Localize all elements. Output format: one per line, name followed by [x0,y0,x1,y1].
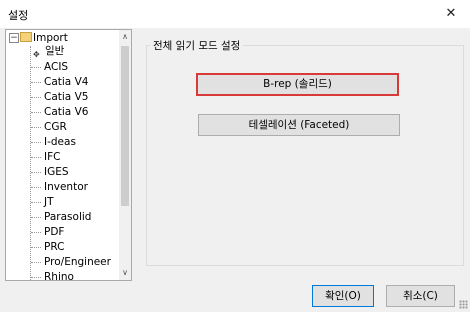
tree-connector [31,202,41,203]
tree-item-label: PDF [44,226,65,238]
tree-item-label: Pro/Engineer [44,256,111,268]
tree-item-label: JT [44,196,54,208]
scrollbar-thumb[interactable] [121,46,129,206]
group-title: 전체 읽기 모드 설정 [150,38,244,53]
collapse-icon[interactable]: − [9,33,19,43]
tree-item[interactable]: Catia V4 [6,74,118,90]
tree-content: − Import ✥ 일반 ACIS Catia V4 Catia V5 Catia … [6,30,118,280]
tree-item[interactable]: IFC [6,149,118,165]
tree-connector [31,247,41,248]
tree-item[interactable]: Parasolid [6,209,118,225]
tree-connector [31,187,41,188]
ok-button[interactable]: 확인(O) [312,285,374,307]
tree-connector [31,67,41,68]
tree-item[interactable]: Catia V6 [6,104,118,120]
tessellation-faceted-button[interactable]: 테셀레이션 (Faceted) [198,114,400,136]
tree-item[interactable]: Rhino [6,269,118,281]
tree-item-label: CGR [44,121,67,133]
tree-connector [31,262,41,263]
tree-item-label: 일반 [45,45,65,57]
tree-connector [31,97,41,98]
tree-connector [31,217,41,218]
tree-item[interactable]: Catia V5 [6,89,118,105]
cancel-button[interactable]: 취소(C) [386,285,455,307]
brep-solid-button[interactable]: B-rep (솔리드) [196,73,399,96]
tree-item-label: IFC [44,151,61,163]
tree-item[interactable]: PDF [6,224,118,240]
tree-item-label: Rhino [44,271,74,281]
close-icon[interactable]: ✕ [440,4,462,24]
scroll-down-icon[interactable]: ∨ [119,266,131,280]
tree-item[interactable]: IGES [6,164,118,180]
tree-item[interactable]: I-deas [6,134,118,150]
tree-connector [31,157,41,158]
tree-item-label: Parasolid [44,211,92,223]
title-bar: 설정 ✕ [0,0,470,28]
tree-connector [31,172,41,173]
tree-connector [31,127,41,128]
tree-item[interactable]: PRC [6,239,118,255]
tree-item-general[interactable]: ✥ 일반 [6,43,118,59]
import-tree[interactable]: − Import ✥ 일반 ACIS Catia V4 Catia V5 Catia … [5,29,132,281]
tree-item[interactable]: CGR [6,119,118,135]
tree-item-label: Catia V6 [44,106,89,118]
resize-grip[interactable] [459,300,468,309]
tree-item[interactable]: JT [6,194,118,210]
tree-connector [31,112,41,113]
tree-item[interactable]: Pro/Engineer [6,254,118,270]
tree-connector [31,232,41,233]
folder-icon [20,32,32,42]
tree-item-label: I-deas [44,136,76,148]
tree-connector [31,277,41,278]
tree-item-label: Catia V4 [44,76,89,88]
tree-item-label: Catia V5 [44,91,89,103]
tree-connector [31,82,41,83]
tree-item-label: PRC [44,241,65,253]
tree-connector [31,142,41,143]
scroll-up-icon[interactable]: ∧ [119,30,131,44]
tree-item-label: IGES [44,166,69,178]
tree-item-label: Inventor [44,181,88,193]
window-title: 설정 [8,9,29,22]
tree-scrollbar[interactable]: ∧ ∨ [119,30,131,280]
tree-item-label: ACIS [44,61,69,73]
tree-item[interactable]: ACIS [6,59,118,75]
tree-item[interactable]: Inventor [6,179,118,195]
